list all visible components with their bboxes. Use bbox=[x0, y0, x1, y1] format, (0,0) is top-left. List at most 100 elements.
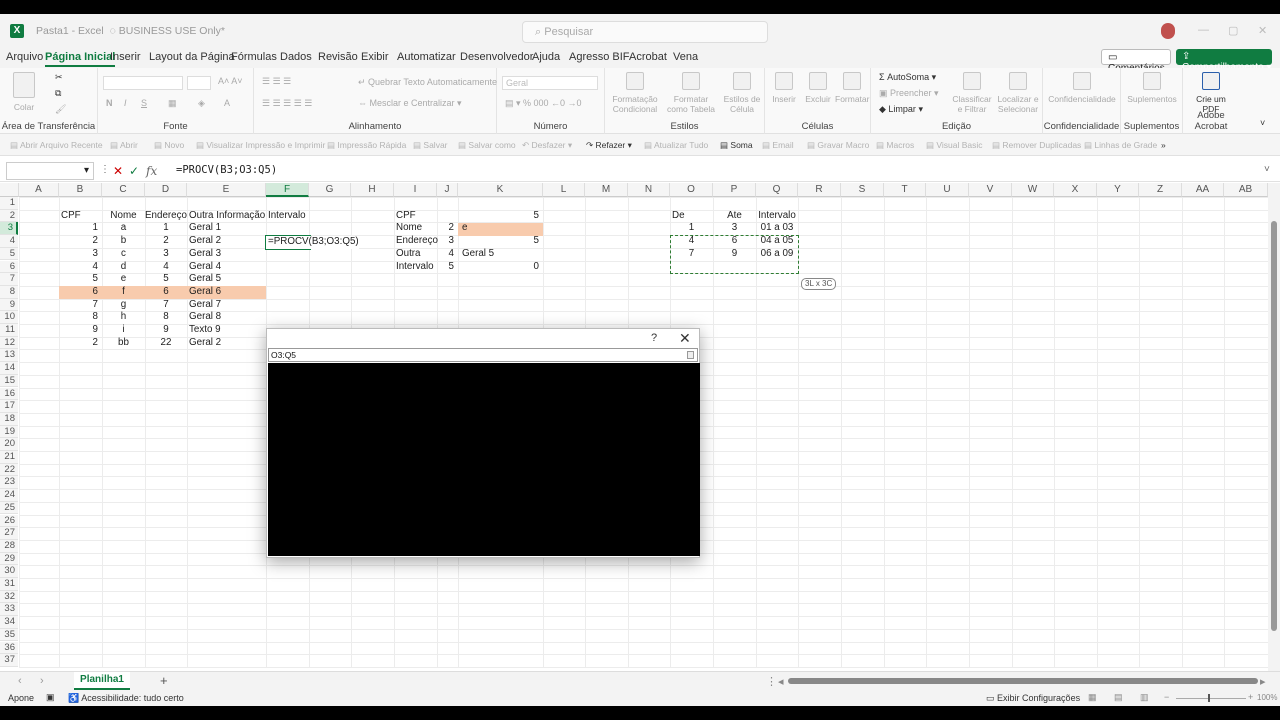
lookup-cpf-value[interactable]: 5 bbox=[458, 210, 543, 223]
qat-print-preview[interactable]: ▤ Visualizar Impressão e Imprimir bbox=[196, 140, 325, 151]
lookup-index[interactable]: 4 bbox=[437, 248, 458, 261]
row-header-36[interactable]: 36 bbox=[0, 641, 18, 655]
fill-button[interactable]: ▣ Preencher ▾ bbox=[879, 88, 939, 99]
header-cell[interactable]: Intervalo bbox=[266, 210, 309, 223]
horizontal-scroll-thumb[interactable] bbox=[788, 678, 1258, 684]
vertical-scroll-thumb[interactable] bbox=[1271, 221, 1277, 631]
avatar[interactable] bbox=[1161, 23, 1175, 39]
vertical-scrollbar[interactable] bbox=[1268, 183, 1280, 671]
find-select-button[interactable]: Localizar e Selecionar bbox=[995, 72, 1041, 114]
zoom-level[interactable]: 100% bbox=[1257, 693, 1277, 702]
maximize-icon[interactable]: ▢ bbox=[1228, 24, 1238, 37]
row-header-35[interactable]: 35 bbox=[0, 628, 18, 642]
row-header-28[interactable]: 28 bbox=[0, 539, 18, 553]
column-header-j[interactable]: J bbox=[437, 183, 458, 197]
header-cell[interactable]: Outra Informação bbox=[187, 210, 266, 223]
zoom-out-icon[interactable]: − bbox=[1164, 692, 1169, 702]
delete-cells-button[interactable]: Excluir bbox=[801, 72, 835, 104]
select-all-corner[interactable] bbox=[0, 183, 19, 197]
qat-new[interactable]: ▤ Novo bbox=[154, 140, 184, 151]
column-header-f[interactable]: F bbox=[266, 183, 309, 197]
row-header-33[interactable]: 33 bbox=[0, 603, 18, 617]
qat-undo[interactable]: ↶ Desfazer ▾ bbox=[522, 140, 572, 151]
sensitivity-label[interactable]: BUSINESS USE Only* bbox=[119, 25, 225, 37]
qat-gridlines[interactable]: ▤ Linhas de Grade bbox=[1084, 140, 1157, 151]
formula-input[interactable]: =PROCV(B3;O3:Q5) bbox=[176, 164, 277, 176]
endereco-cell[interactable]: 22 bbox=[145, 337, 187, 350]
format-table-button[interactable]: Formatar como Tabela bbox=[663, 72, 719, 114]
qat-open[interactable]: ▤ Abrir bbox=[110, 140, 138, 151]
endereco-cell[interactable]: 1 bbox=[145, 222, 187, 235]
row-header-17[interactable]: 17 bbox=[0, 400, 18, 413]
normal-view-icon[interactable]: ▦ bbox=[1088, 692, 1097, 703]
lookup-label[interactable]: Intervalo bbox=[394, 261, 437, 274]
lookup-cpf-label[interactable]: CPF bbox=[394, 210, 437, 223]
row-header-13[interactable]: 13 bbox=[0, 349, 18, 363]
name-box[interactable]: ▾ bbox=[6, 162, 94, 180]
lookup-label[interactable]: Endereço bbox=[394, 235, 438, 248]
row-header-37[interactable]: 37 bbox=[0, 654, 18, 667]
font-name-box[interactable] bbox=[103, 76, 183, 90]
cpf-cell[interactable]: 7 bbox=[59, 299, 102, 312]
help-icon[interactable]: ? bbox=[651, 332, 657, 344]
column-header-s[interactable]: S bbox=[841, 183, 884, 197]
endereco-cell[interactable]: 6 bbox=[145, 286, 187, 299]
menu-revisao[interactable]: Revisão bbox=[318, 51, 358, 63]
lookup-result[interactable]: Geral 5 bbox=[460, 248, 540, 261]
addins-button[interactable]: Suplementos bbox=[1125, 72, 1179, 104]
row-header-11[interactable]: 11 bbox=[0, 324, 18, 337]
cpf-cell[interactable]: 1 bbox=[59, 222, 102, 235]
nome-cell[interactable]: d bbox=[102, 261, 145, 274]
column-header-y[interactable]: Y bbox=[1097, 183, 1139, 197]
column-header-a[interactable]: A bbox=[19, 183, 59, 197]
row-header-24[interactable]: 24 bbox=[0, 489, 18, 502]
endereco-cell[interactable]: 3 bbox=[145, 248, 187, 261]
outra-info-cell[interactable]: Geral 6 bbox=[187, 286, 266, 299]
header-cell[interactable]: CPF bbox=[59, 210, 102, 223]
close-icon[interactable]: ✕ bbox=[679, 330, 691, 347]
cpf-cell[interactable]: 3 bbox=[59, 248, 102, 261]
column-header-x[interactable]: X bbox=[1054, 183, 1097, 197]
close-window-icon[interactable]: ✕ bbox=[1258, 24, 1267, 37]
qat-save[interactable]: ▤ Salvar bbox=[413, 140, 448, 151]
interval-header[interactable]: Intervalo bbox=[756, 210, 798, 223]
merge-center-button[interactable]: ⇔ Mesclar e Centralizar ▾ bbox=[358, 98, 462, 109]
qat-quick-print[interactable]: ▤ Impressão Rápida bbox=[327, 140, 406, 151]
column-header-u[interactable]: U bbox=[926, 183, 969, 197]
endereco-cell[interactable]: 2 bbox=[145, 235, 187, 248]
formula-bar-handle-icon[interactable]: ⋮ bbox=[100, 164, 110, 175]
column-header-z[interactable]: Z bbox=[1139, 183, 1182, 197]
row-header-3[interactable]: 3 bbox=[0, 222, 18, 236]
cpf-cell[interactable]: 6 bbox=[59, 286, 102, 299]
outra-info-cell[interactable]: Geral 4 bbox=[187, 261, 266, 274]
accessibility-status[interactable]: ♿ Acessibilidade: tudo certo bbox=[68, 693, 184, 704]
page-layout-icon[interactable]: ▤ bbox=[1114, 692, 1123, 703]
next-sheet-icon[interactable]: › bbox=[40, 675, 44, 687]
zoom-in-icon[interactable]: + bbox=[1248, 692, 1253, 702]
format-painter-icon[interactable]: 🖌 bbox=[55, 104, 66, 115]
nome-cell[interactable]: h bbox=[102, 311, 145, 324]
nome-cell[interactable]: bb bbox=[102, 337, 145, 350]
zoom-slider-thumb[interactable] bbox=[1208, 694, 1210, 702]
autosum-button[interactable]: Σ AutoSoma ▾ bbox=[879, 72, 936, 83]
qat-refresh-all[interactable]: ▤ Atualizar Tudo bbox=[644, 140, 708, 151]
collapse-ribbon-icon[interactable]: ˅ bbox=[1260, 118, 1265, 128]
row-header-26[interactable]: 26 bbox=[0, 514, 18, 528]
column-header-t[interactable]: T bbox=[884, 183, 926, 197]
interval-header[interactable]: Ate bbox=[713, 210, 756, 223]
column-header-b[interactable]: B bbox=[59, 183, 102, 197]
increase-font-icon[interactable]: A˄ A˅ bbox=[218, 76, 243, 86]
menu-pagina-inicial[interactable]: Página Inicial bbox=[45, 51, 116, 67]
underline-icon[interactable]: S bbox=[141, 98, 147, 108]
copy-icon[interactable]: ⧉ bbox=[55, 88, 61, 99]
de-cell[interactable]: 1 bbox=[670, 222, 713, 235]
add-sheet-icon[interactable]: + bbox=[160, 673, 168, 688]
lookup-result[interactable]: e bbox=[460, 222, 540, 235]
endereco-cell[interactable]: 8 bbox=[145, 311, 187, 324]
minimize-icon[interactable]: — bbox=[1198, 24, 1209, 36]
menu-vena[interactable]: Vena bbox=[673, 51, 698, 63]
comments-button[interactable]: ▭ Comentários bbox=[1101, 49, 1171, 74]
column-header-p[interactable]: P bbox=[713, 183, 756, 197]
row-header-30[interactable]: 30 bbox=[0, 565, 18, 578]
header-cell[interactable]: Endereço bbox=[145, 210, 187, 223]
